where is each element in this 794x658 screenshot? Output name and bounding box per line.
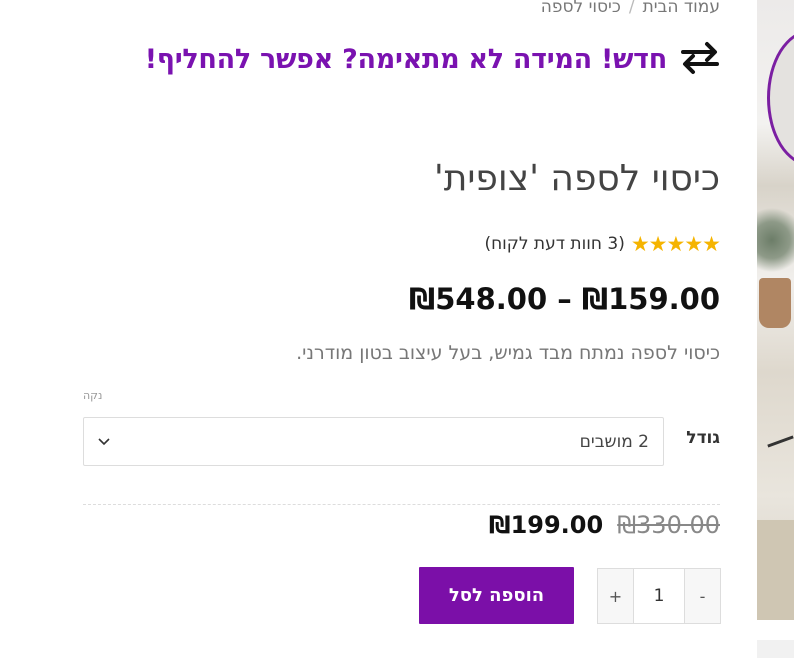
add-to-cart-button[interactable]: הוספה לסל bbox=[419, 567, 574, 624]
gallery-thumbnail[interactable] bbox=[757, 640, 794, 658]
table-leg bbox=[767, 435, 794, 448]
product-rating: ★★★★★ (3 חוות דעת לקוח) bbox=[484, 232, 721, 256]
breadcrumb-home-link[interactable]: עמוד הבית bbox=[643, 0, 720, 17]
variation-price: ₪330.00 ₪199.00 bbox=[489, 511, 720, 539]
chevron-down-icon bbox=[96, 434, 112, 450]
size-selected-value: 2 מושבים bbox=[579, 432, 649, 452]
product-image[interactable] bbox=[757, 0, 794, 620]
image-circle-decoration bbox=[767, 30, 794, 166]
reviews-link[interactable]: (3 חוות דעת לקוח) bbox=[484, 234, 624, 254]
breadcrumb-current[interactable]: כיסוי לספה bbox=[541, 0, 621, 17]
size-select[interactable]: 2 מושבים bbox=[83, 417, 664, 466]
rug bbox=[757, 520, 794, 620]
product-title: כיסוי לספה 'צופית' bbox=[433, 158, 720, 199]
size-label: גודל bbox=[686, 428, 720, 448]
clear-variation-link[interactable]: נקה bbox=[83, 389, 102, 402]
product-description: כיסוי לספה נמתח מבד גמיש, בעל עיצוב בטון… bbox=[296, 342, 720, 364]
swap-arrows-icon bbox=[679, 38, 721, 80]
quantity-plus-button[interactable]: + bbox=[598, 569, 633, 623]
breadcrumb: עמוד הבית / כיסוי לספה bbox=[541, 0, 720, 17]
breadcrumb-separator: / bbox=[628, 0, 635, 17]
plant-pot bbox=[759, 278, 791, 328]
divider bbox=[83, 504, 720, 505]
quantity-stepper: + 1 - bbox=[597, 568, 721, 624]
price-range: ₪159.00 – ₪548.00 bbox=[409, 282, 720, 316]
plant-leaves bbox=[757, 200, 794, 280]
rating-stars: ★★★★★ bbox=[630, 232, 721, 256]
sale-price: ₪199.00 bbox=[488, 511, 604, 539]
promo-text: חדש! המידה לא מתאימה? אפשר להחליף! bbox=[144, 43, 668, 75]
promo-banner: חדש! המידה לא מתאימה? אפשר להחליף! bbox=[145, 38, 721, 80]
quantity-minus-button[interactable]: - bbox=[685, 569, 720, 623]
regular-price: ₪330.00 bbox=[617, 511, 720, 539]
quantity-input[interactable]: 1 bbox=[633, 569, 685, 623]
